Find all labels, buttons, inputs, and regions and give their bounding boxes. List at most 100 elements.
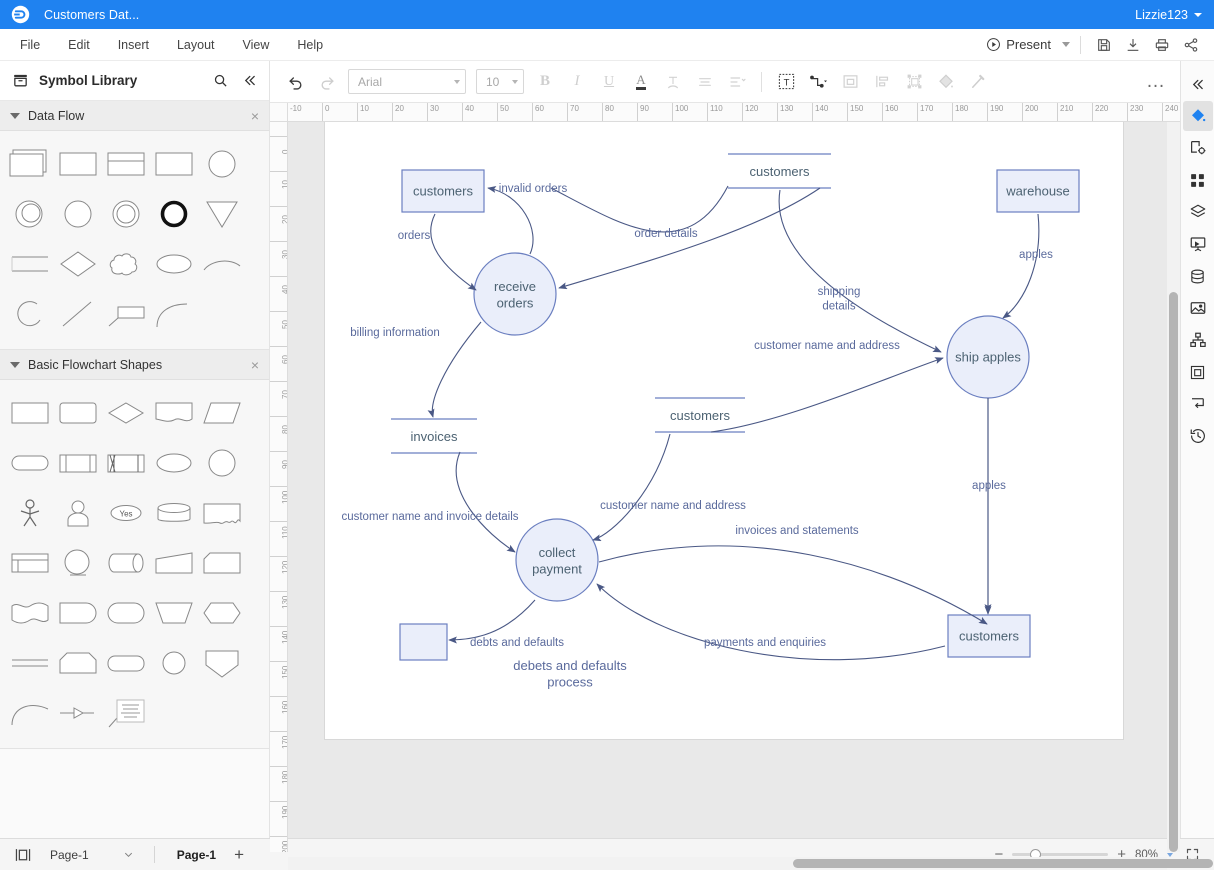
shape-callout-line-box[interactable]	[102, 290, 150, 338]
menu-view[interactable]: View	[229, 33, 284, 57]
zoom-chevron-down-icon[interactable]	[1167, 853, 1173, 857]
distribute-icon[interactable]	[867, 68, 897, 96]
search-icon[interactable]	[210, 71, 230, 91]
page-tab-page-1[interactable]: Page-1	[169, 848, 224, 862]
page-sheet[interactable]: customerswarehousecustomersreceiveorders…	[325, 122, 1123, 739]
more-options-button[interactable]: …	[1146, 71, 1166, 93]
menu-file[interactable]: File	[6, 33, 54, 57]
presentation-icon[interactable]	[1183, 229, 1213, 259]
shape-terminator[interactable]	[6, 439, 54, 487]
shape-cut-corner-box[interactable]	[198, 539, 246, 587]
section-header-data-flow[interactable]: Data Flow ×	[0, 101, 269, 131]
shape-actor-stick-figure[interactable]	[6, 489, 54, 537]
shape-double-circle-offset[interactable]	[6, 190, 54, 238]
connector-icon[interactable]	[803, 68, 833, 96]
section-header-basic-flowchart[interactable]: Basic Flowchart Shapes ×	[0, 350, 269, 380]
menu-help[interactable]: Help	[283, 33, 337, 57]
shape-rounded-process[interactable]	[54, 389, 102, 437]
menu-edit[interactable]: Edit	[54, 33, 104, 57]
share-icon[interactable]	[1178, 33, 1204, 57]
shape-process[interactable]	[6, 389, 54, 437]
flow-connector[interactable]	[456, 452, 515, 552]
page-view-icon[interactable]	[12, 847, 34, 863]
present-button[interactable]: Present	[980, 34, 1057, 55]
line-style-icon[interactable]	[963, 68, 993, 96]
save-icon[interactable]	[1091, 33, 1117, 57]
shape-diamond[interactable]	[54, 240, 102, 288]
textbox-icon[interactable]: T	[771, 68, 801, 96]
shape-rectangle[interactable]	[54, 140, 102, 188]
shape-circle[interactable]	[198, 140, 246, 188]
font-color-button[interactable]: A	[626, 68, 656, 96]
shape-cloud[interactable]	[102, 240, 150, 288]
flow-connector[interactable]	[779, 190, 941, 352]
canvas-area[interactable]: customerswarehousecustomersreceiveorders…	[287, 122, 1180, 870]
shape-wave[interactable]	[6, 589, 54, 637]
menu-layout[interactable]: Layout	[163, 33, 229, 57]
line-spacing-button[interactable]	[722, 68, 752, 96]
image-icon[interactable]	[1183, 293, 1213, 323]
shape-curve-connector[interactable]	[6, 689, 54, 737]
shape-decision-diamond[interactable]	[102, 389, 150, 437]
shape-circle-underline[interactable]	[54, 539, 102, 587]
shape-yes-label[interactable]: Yes	[102, 489, 150, 537]
shape-data-store[interactable]	[6, 240, 54, 288]
flow-connector[interactable]	[449, 600, 535, 640]
database-icon[interactable]	[1183, 261, 1213, 291]
underline-button[interactable]: U	[594, 68, 624, 96]
shape-quarter-arc[interactable]	[150, 290, 198, 338]
data-flow-diagram[interactable]: customerswarehousecustomersreceiveorders…	[325, 122, 1123, 739]
org-chart-icon[interactable]	[1183, 325, 1213, 355]
shape-table-header-box[interactable]	[6, 539, 54, 587]
menu-insert[interactable]: Insert	[104, 33, 163, 57]
shape-bold-ring[interactable]	[150, 190, 198, 238]
shape-circle-2[interactable]	[54, 190, 102, 238]
bold-button[interactable]: B	[530, 68, 560, 96]
flow-connector[interactable]	[1003, 214, 1039, 318]
canvas-horizontal-scrollbar[interactable]	[288, 857, 1167, 870]
shape-stacked-rectangle[interactable]	[6, 140, 54, 188]
shape-parallelogram[interactable]	[198, 389, 246, 437]
flow-connector[interactable]	[431, 214, 476, 290]
shape-rectangle-plain[interactable]	[150, 140, 198, 188]
scroll-thumb-horizontal[interactable]	[793, 859, 1213, 868]
shape-predefined-process[interactable]	[54, 439, 102, 487]
shape-rounded-rectangle[interactable]	[102, 639, 150, 687]
italic-button[interactable]: I	[562, 68, 592, 96]
shape-triangle-down[interactable]	[198, 190, 246, 238]
shape-settings-icon[interactable]	[1183, 133, 1213, 163]
shape-stadium[interactable]	[102, 589, 150, 637]
shape-pentagon-down[interactable]	[198, 639, 246, 687]
shape-concentric-circle[interactable]	[102, 190, 150, 238]
close-icon[interactable]: ×	[251, 109, 259, 123]
close-icon[interactable]: ×	[251, 358, 259, 372]
add-page-button[interactable]: +	[234, 846, 244, 863]
shape-user-avatar[interactable]	[54, 489, 102, 537]
shape-round-right-box[interactable]	[54, 589, 102, 637]
fill-style-icon[interactable]	[1183, 101, 1213, 131]
font-size-select[interactable]: 10	[476, 69, 524, 94]
shape-hexagon[interactable]	[198, 589, 246, 637]
grid-layout-icon[interactable]	[1183, 165, 1213, 195]
flow-connector[interactable]	[711, 358, 943, 432]
shape-rectangle-header[interactable]	[102, 140, 150, 188]
collapse-panel-icon[interactable]	[239, 71, 259, 91]
shape-cylinder-database[interactable]	[150, 489, 198, 537]
shape-arrow-connector[interactable]	[54, 689, 102, 737]
shape-small-circle[interactable]	[150, 639, 198, 687]
flow-connector[interactable]	[599, 546, 987, 624]
shape-direct-access-storage[interactable]	[102, 539, 150, 587]
flow-connector[interactable]	[488, 188, 533, 254]
shape-circle-3[interactable]	[198, 439, 246, 487]
shape-line[interactable]	[54, 290, 102, 338]
flow-connector[interactable]	[551, 186, 728, 232]
page-selector[interactable]: Page-1	[44, 848, 140, 862]
account-menu[interactable]: Lizzie123	[1135, 8, 1202, 22]
text-effect-button[interactable]	[658, 68, 688, 96]
shape-ellipse-2[interactable]	[150, 439, 198, 487]
group-icon[interactable]	[899, 68, 929, 96]
download-icon[interactable]	[1120, 33, 1146, 57]
connector-panel-icon[interactable]	[1183, 389, 1213, 419]
shape-annotation-textblock[interactable]	[102, 689, 150, 737]
container-panel-icon[interactable]	[1183, 357, 1213, 387]
